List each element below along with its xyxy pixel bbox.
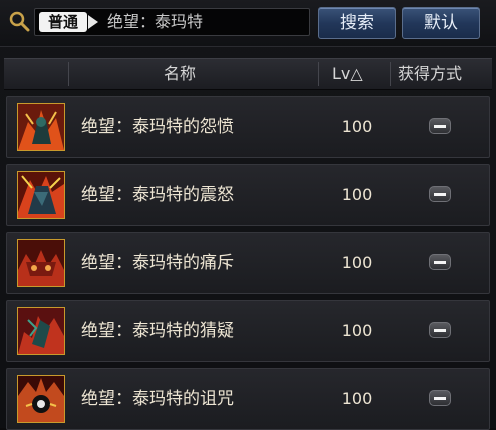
item-search-window: 普通 绝望：泰玛特 搜索 默认 名称 Lv△ 获得方式 绝望：泰玛特的怨愤 10… <box>0 0 496 430</box>
item-level: 100 <box>341 253 373 272</box>
item-level: 100 <box>341 185 373 204</box>
item-name: 绝望：泰玛特的痛斥 <box>81 253 234 273</box>
table-row[interactable]: 绝望：泰玛特的痛斥 100 <box>6 232 490 294</box>
source-minus-icon[interactable] <box>429 118 451 134</box>
source-minus-icon[interactable] <box>429 186 451 202</box>
search-query-text: 绝望：泰玛特 <box>107 12 204 31</box>
search-type-selector[interactable]: 普通 <box>39 12 87 32</box>
resentment-card-icon <box>17 103 65 151</box>
search-input[interactable]: 普通 绝望：泰玛特 <box>34 8 310 36</box>
header-source[interactable]: 获得方式 <box>398 59 462 89</box>
type-arrow-icon <box>88 15 98 29</box>
item-name: 绝望：泰玛特的震怒 <box>81 185 234 205</box>
header-name[interactable]: 名称 <box>164 59 196 89</box>
table-row[interactable]: 绝望：泰玛特的猜疑 100 <box>6 300 490 362</box>
header-divider <box>68 62 69 86</box>
header-divider <box>390 62 391 86</box>
suspicion-card-icon <box>17 307 65 355</box>
table-row[interactable]: 绝望：泰玛特的诅咒 100 <box>6 368 490 430</box>
item-level: 100 <box>341 117 373 136</box>
search-bar: 普通 绝望：泰玛特 搜索 默认 <box>0 0 496 47</box>
table-header: 名称 Lv△ 获得方式 <box>4 58 492 90</box>
header-level-sort[interactable]: Lv△ <box>332 59 363 89</box>
header-divider <box>318 62 319 86</box>
item-level: 100 <box>341 321 373 340</box>
source-minus-icon[interactable] <box>429 322 451 338</box>
item-name: 绝望：泰玛特的怨愤 <box>81 117 234 137</box>
item-name: 绝望：泰玛特的猜疑 <box>81 321 234 341</box>
item-level: 100 <box>341 389 373 408</box>
table-row[interactable]: 绝望：泰玛特的震怒 100 <box>6 164 490 226</box>
source-minus-icon[interactable] <box>429 390 451 406</box>
curse-card-icon <box>17 375 65 423</box>
fury-card-icon <box>17 171 65 219</box>
default-button[interactable]: 默认 <box>402 7 480 39</box>
search-button[interactable]: 搜索 <box>318 7 396 39</box>
item-name: 绝望：泰玛特的诅咒 <box>81 389 234 409</box>
table-row[interactable]: 绝望：泰玛特的怨愤 100 <box>6 96 490 158</box>
source-minus-icon[interactable] <box>429 254 451 270</box>
magnifier-icon[interactable] <box>8 10 30 32</box>
rebuke-card-icon <box>17 239 65 287</box>
